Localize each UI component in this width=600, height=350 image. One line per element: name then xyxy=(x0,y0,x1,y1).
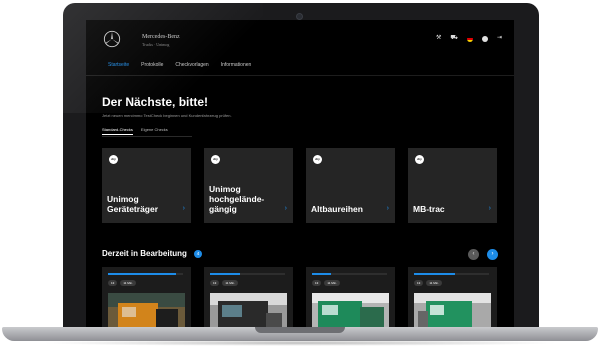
vehicle-badge-icon: dry xyxy=(211,155,220,164)
laptop-shadow xyxy=(40,340,560,346)
check-type-tabs: Standard-Checks Eigene Checks xyxy=(102,127,168,135)
chevron-right-icon: › xyxy=(386,205,389,212)
chip-count: 13 xyxy=(414,280,424,286)
truck-icon[interactable]: ⛟ xyxy=(450,35,458,42)
pager-prev-button[interactable]: ‹ xyxy=(468,249,479,260)
card-title: Altbaureihen xyxy=(311,204,363,214)
nav-divider xyxy=(86,75,514,76)
nav-item-informationen[interactable]: Informationen xyxy=(221,62,252,68)
chip-count: 13 xyxy=(312,280,322,286)
camera-icon xyxy=(296,13,303,20)
chip-count: 13 xyxy=(210,280,220,286)
vehicle-photo xyxy=(108,293,185,330)
user-icon[interactable] xyxy=(481,35,488,42)
in-progress-count-badge: 4 xyxy=(194,250,202,258)
tab-eigene-checks[interactable]: Eigene Checks xyxy=(141,127,168,135)
laptop-notch xyxy=(255,327,345,333)
card-title: Unimog hochgelände-gängig xyxy=(209,184,265,214)
chip-duration: 11 Min. xyxy=(222,280,238,286)
progress-fill xyxy=(210,273,240,275)
card-title: Unimog Geräteträger xyxy=(107,194,159,214)
progress-fill xyxy=(312,273,331,275)
check-card-unimog-hochgelaende[interactable]: dry Unimog hochgelände-gängig › xyxy=(204,148,293,223)
chevron-right-icon: › xyxy=(182,205,185,212)
page-title: Der Nächste, bitte! xyxy=(102,95,209,109)
in-progress-card[interactable]: 13 11 Min. xyxy=(102,267,191,330)
in-progress-card[interactable]: 13 11 Min. xyxy=(204,267,293,330)
brand-sub: Trucks · Unimog xyxy=(142,42,170,47)
vehicle-photo xyxy=(414,293,491,330)
in-progress-card[interactable]: 13 11 Min. xyxy=(408,267,497,330)
vehicle-badge-icon: dry xyxy=(109,155,118,164)
meta-chips: 13 11 Min. xyxy=(108,280,136,286)
chevron-right-icon: › xyxy=(284,205,287,212)
brand-name: Mercedes-Benz xyxy=(142,34,180,40)
flag-de-icon[interactable] xyxy=(466,35,473,42)
in-progress-card[interactable]: 13 11 Min. xyxy=(306,267,395,330)
tab-divider xyxy=(102,136,192,137)
meta-chips: 13 11 Min. xyxy=(312,280,340,286)
check-card-unimog-geraetetraeger[interactable]: dry Unimog Geräteträger › xyxy=(102,148,191,223)
vehicle-photo xyxy=(312,293,389,330)
meta-chips: 13 11 Min. xyxy=(414,280,442,286)
progress-fill xyxy=(414,273,456,275)
section-title-in-progress: Derzeit in Bearbeitung xyxy=(102,249,187,258)
progress-track xyxy=(414,273,489,275)
chevron-right-icon: › xyxy=(488,205,491,212)
check-cards: dry Unimog Geräteträger › dry Unimog hoc… xyxy=(102,148,497,223)
meta-chips: 13 11 Min. xyxy=(210,280,238,286)
in-progress-list: 13 11 Min. 13 11 Min. 13 11 Min. 13 11 M… xyxy=(102,267,497,330)
progress-track xyxy=(210,273,285,275)
pager-next-button[interactable]: › xyxy=(487,249,498,260)
header-actions: ⚒ ⛟ ⇥ xyxy=(436,35,502,42)
check-card-mb-trac[interactable]: dry MB-trac › xyxy=(408,148,497,223)
tools-icon[interactable]: ⚒ xyxy=(436,35,441,42)
vehicle-photo xyxy=(210,293,287,330)
check-card-altbaureihen[interactable]: dry Altbaureihen › xyxy=(306,148,395,223)
logout-icon[interactable]: ⇥ xyxy=(497,35,502,42)
chip-duration: 11 Min. xyxy=(324,280,340,286)
main-nav: Startseite Protokolle Checkvorlagen Info… xyxy=(108,62,251,68)
nav-item-checkvorlagen[interactable]: Checkvorlagen xyxy=(175,62,208,68)
card-title: MB-trac xyxy=(413,204,445,214)
chip-count: 13 xyxy=(108,280,118,286)
progress-fill xyxy=(108,273,176,275)
brand-wordmark: Mercedes-Benz Trucks · Unimog xyxy=(142,34,180,48)
nav-item-startseite[interactable]: Startseite xyxy=(108,62,129,68)
chip-duration: 11 Min. xyxy=(426,280,442,286)
tab-standard-checks[interactable]: Standard-Checks xyxy=(102,127,133,135)
nav-item-protokolle[interactable]: Protokolle xyxy=(141,62,163,68)
progress-track xyxy=(312,273,387,275)
chip-duration: 11 Min. xyxy=(120,280,136,286)
page-subtitle: Jetzt neuen mercimmo TestCheck beginnen … xyxy=(102,113,232,118)
app-screen: Mercedes-Benz Trucks · Unimog ⚒ ⛟ ⇥ Star… xyxy=(86,20,514,330)
progress-track xyxy=(108,273,183,275)
mercedes-star-icon[interactable] xyxy=(103,30,121,48)
vehicle-badge-icon: dry xyxy=(313,155,322,164)
vehicle-badge-icon: dry xyxy=(415,155,424,164)
